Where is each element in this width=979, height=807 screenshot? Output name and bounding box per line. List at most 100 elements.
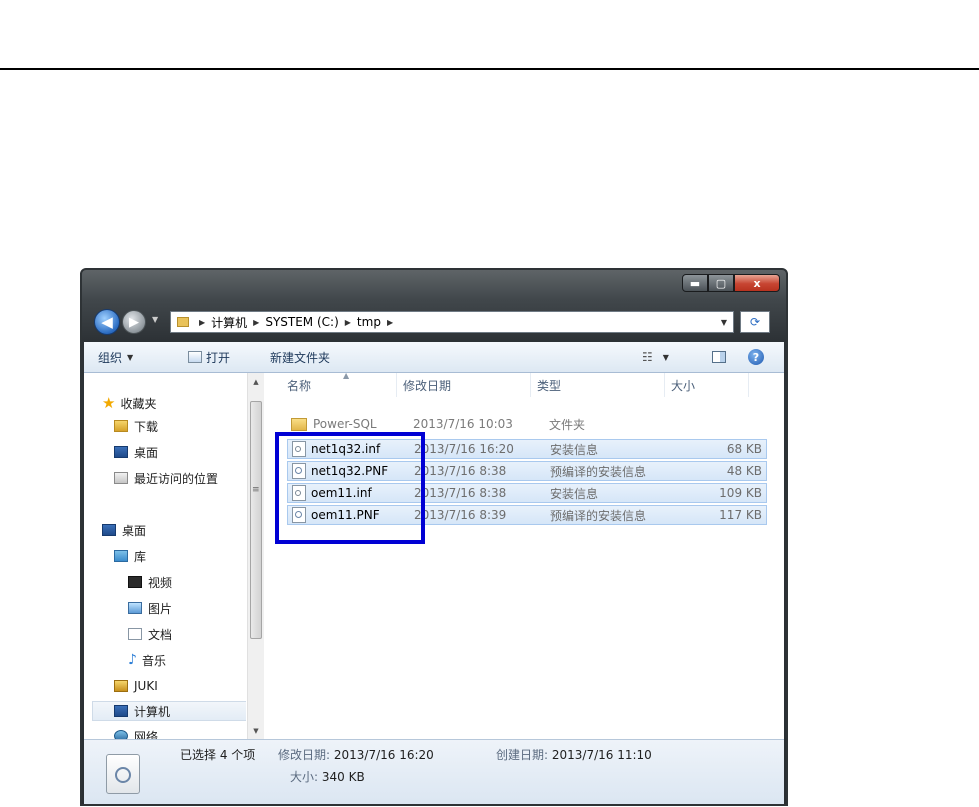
nav-item-favorites[interactable]: ★ 收藏夹 (102, 393, 156, 413)
file-row-net1q32-pnf[interactable]: net1q32.PNF 2013/7/16 8:38 预编译的安装信息 48 K… (287, 461, 767, 481)
forward-button[interactable]: ▶ (122, 310, 146, 334)
minimize-button[interactable]: ▬ (682, 274, 708, 292)
created-value: 2013/7/16 11:10 (551, 748, 652, 762)
navigation-pane: ★ 收藏夹 下载 桌面 最近访问的位置 桌面 库 视频 图片 文档 ♪ 音乐 J… (84, 373, 246, 739)
breadcrumb-computer[interactable]: 计算机 (211, 314, 247, 331)
inf-file-icon (292, 441, 306, 457)
column-header-size[interactable]: 大小 (665, 373, 749, 397)
nav-item-juki[interactable]: JUKI (114, 676, 158, 696)
file-size: 109 KB (719, 486, 762, 500)
document-icon (128, 628, 142, 640)
file-type: 安装信息 (550, 442, 599, 457)
file-row-oem11-inf[interactable]: oem11.inf 2013/7/16 8:38 安装信息 109 KB (287, 483, 767, 503)
nav-item-label: 音乐 (141, 653, 166, 668)
file-name-cell: net1q32.PNF (288, 462, 412, 480)
scroll-down-arrow-icon[interactable]: ▼ (248, 722, 264, 739)
view-list-icon: ☷ (642, 350, 653, 364)
file-row-power-sql[interactable]: Power-SQL 2013/7/16 10:03 文件夹 (287, 415, 767, 435)
created-date-detail: 创建日期: 2013/7/16 11:10 (496, 746, 652, 763)
navigation-scrollbar[interactable]: ▲ ≡ ▼ (247, 373, 264, 739)
selected-files-icon (106, 754, 140, 794)
file-date: 2013/7/16 10:03 (413, 417, 513, 431)
nav-item-videos[interactable]: 视频 (128, 572, 172, 592)
star-icon: ★ (102, 394, 116, 412)
file-row-oem11-pnf[interactable]: oem11.PNF 2013/7/16 8:39 预编译的安装信息 117 KB (287, 505, 767, 525)
nav-item-network[interactable]: 网络 (114, 726, 158, 739)
file-size: 48 KB (726, 464, 762, 478)
file-date: 2013/7/16 8:39 (414, 508, 507, 522)
window-controls: ▬ ▢ x (682, 274, 780, 292)
column-header-name[interactable]: ▲ 名称 (281, 371, 397, 397)
nav-item-desktop-favorite[interactable]: 桌面 (114, 442, 158, 462)
open-label: 打开 (206, 350, 231, 365)
file-name: oem11.inf (311, 486, 372, 500)
open-button[interactable]: 打开 (188, 342, 230, 372)
chevron-down-icon: ▼ (662, 352, 669, 362)
preview-pane-button[interactable] (712, 342, 726, 372)
change-view-button[interactable]: ☷ ▼ (642, 342, 669, 372)
file-row-net1q32-inf[interactable]: net1q32.inf 2013/7/16 16:20 安装信息 68 KB (287, 439, 767, 459)
nav-item-libraries[interactable]: 库 (114, 546, 146, 566)
nav-item-recent-places[interactable]: 最近访问的位置 (114, 468, 218, 488)
desktop-icon (114, 446, 128, 458)
file-list: ▲ 名称 修改日期 类型 大小 Power-SQL 2013/7/16 10:0… (265, 371, 784, 739)
column-header-date[interactable]: 修改日期 (397, 373, 531, 397)
address-dropdown-icon[interactable]: ▼ (721, 318, 727, 327)
breadcrumb-system-drive[interactable]: SYSTEM (C:) (265, 315, 338, 329)
address-bar[interactable]: ▶ 计算机 ▶ SYSTEM (C:) ▶ tmp ▶ ▼ (170, 311, 734, 333)
file-name-cell: oem11.inf (288, 484, 412, 502)
nav-item-label: 最近访问的位置 (134, 471, 219, 486)
file-type: 预编译的安装信息 (550, 508, 647, 523)
file-type: 预编译的安装信息 (550, 464, 647, 479)
breadcrumb-separator-icon[interactable]: ▶ (387, 318, 393, 327)
breadcrumb-separator-icon[interactable]: ▶ (253, 318, 259, 327)
content-area: ★ 收藏夹 下载 桌面 最近访问的位置 桌面 库 视频 图片 文档 ♪ 音乐 J… (84, 371, 784, 739)
organize-label: 组织 (98, 350, 123, 365)
inf-file-icon (292, 485, 306, 501)
picture-icon (128, 602, 142, 614)
size-detail: 大小: 340 KB (290, 768, 365, 785)
navigation-bar: ◀ ▶ ▼ ▶ 计算机 ▶ SYSTEM (C:) ▶ tmp ▶ ▼ ⟳ (92, 306, 782, 336)
nav-item-label: 收藏夹 (120, 396, 157, 411)
close-button[interactable]: x (734, 274, 780, 292)
refresh-button[interactable]: ⟳ (740, 311, 770, 333)
nav-item-label: 桌面 (122, 523, 147, 538)
size-label: 大小: (290, 770, 319, 784)
column-header-label: 大小 (671, 378, 696, 393)
user-folder-icon (114, 680, 128, 692)
download-folder-icon (114, 420, 128, 432)
modified-date-detail: 修改日期: 2013/7/16 16:20 (278, 746, 434, 763)
maximize-button[interactable]: ▢ (708, 274, 734, 292)
breadcrumb-separator-icon[interactable]: ▶ (345, 318, 351, 327)
help-button[interactable]: ? (748, 342, 764, 372)
nav-item-label: JUKI (134, 679, 158, 693)
file-date: 2013/7/16 8:38 (414, 464, 507, 478)
nav-item-label: 下载 (134, 419, 159, 434)
breadcrumb-tmp[interactable]: tmp (357, 315, 381, 329)
command-bar: 组织 ▼ 打开 新建文件夹 ☷ ▼ ? (84, 342, 784, 373)
computer-icon (114, 705, 128, 717)
nav-item-desktop[interactable]: 桌面 (102, 520, 146, 540)
organize-button[interactable]: 组织 ▼ (98, 342, 133, 372)
nav-item-music[interactable]: ♪ 音乐 (128, 650, 166, 670)
file-name: Power-SQL (313, 417, 377, 431)
open-icon (188, 351, 202, 363)
nav-item-pictures[interactable]: 图片 (128, 598, 172, 618)
nav-item-label: 视频 (148, 575, 173, 590)
scroll-up-arrow-icon[interactable]: ▲ (248, 373, 264, 390)
nav-item-label: 文档 (148, 627, 173, 642)
recent-pages-dropdown-icon[interactable]: ▼ (152, 315, 158, 324)
back-button[interactable]: ◀ (94, 309, 120, 335)
nav-item-computer[interactable]: 计算机 (92, 701, 246, 721)
column-header-label: 名称 (287, 378, 312, 393)
breadcrumb-separator-icon[interactable]: ▶ (199, 318, 205, 327)
file-size (675, 415, 761, 433)
nav-item-downloads[interactable]: 下载 (114, 416, 158, 436)
file-name-cell: oem11.PNF (288, 506, 412, 524)
nav-item-documents[interactable]: 文档 (128, 624, 172, 644)
modified-value: 2013/7/16 16:20 (333, 748, 434, 762)
column-header-type[interactable]: 类型 (531, 373, 665, 397)
scrollbar-thumb[interactable] (250, 401, 262, 639)
file-date: 2013/7/16 16:20 (414, 442, 514, 456)
new-folder-button[interactable]: 新建文件夹 (270, 342, 330, 372)
